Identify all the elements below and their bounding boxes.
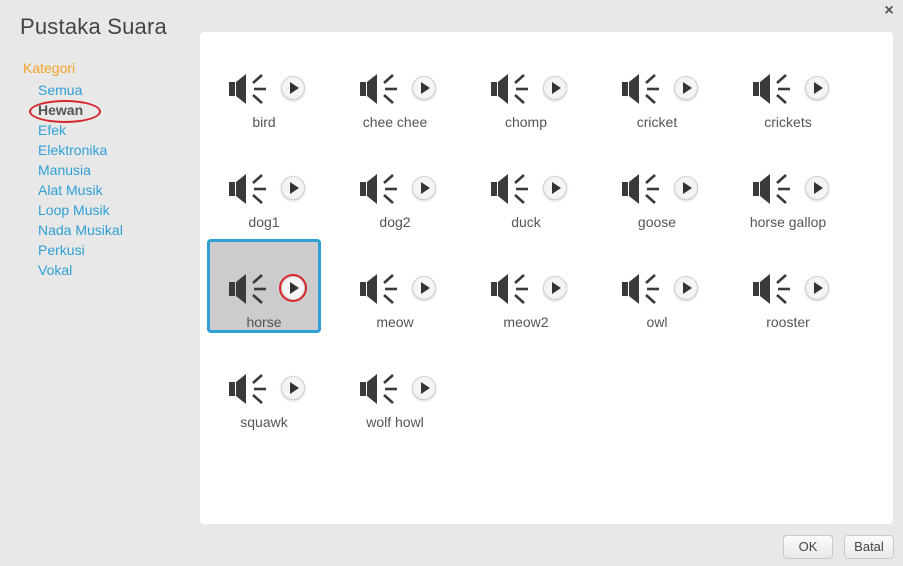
category-item-perkusi[interactable]: Perkusi <box>38 242 123 262</box>
category-item-nada-musikal[interactable]: Nada Musikal <box>38 222 123 242</box>
sound-label: duck <box>511 214 541 230</box>
sound-tile[interactable]: horse gallop <box>731 139 845 233</box>
play-icon[interactable] <box>543 276 567 300</box>
category-item-alat-musik[interactable]: Alat Musik <box>38 182 123 202</box>
category-heading: Kategori <box>23 60 76 76</box>
speaker-icon <box>360 172 400 206</box>
sound-tile[interactable]: bird <box>207 39 321 133</box>
category-item-semua[interactable]: Semua <box>38 82 123 102</box>
sound-tile[interactable]: horse <box>207 239 321 333</box>
play-icon[interactable] <box>412 376 436 400</box>
sound-label: goose <box>637 214 677 230</box>
speaker-icon <box>360 272 400 306</box>
play-icon[interactable] <box>412 276 436 300</box>
close-icon[interactable]: × <box>881 2 897 20</box>
sound-tile[interactable]: cricket <box>600 39 714 133</box>
play-icon[interactable] <box>281 276 305 300</box>
sound-tile[interactable]: dog2 <box>338 139 452 233</box>
play-icon[interactable] <box>674 76 698 100</box>
sound-label: owl <box>646 314 668 330</box>
category-item-efek[interactable]: Efek <box>38 122 123 142</box>
play-icon[interactable] <box>281 176 305 200</box>
speaker-icon <box>622 172 662 206</box>
play-icon[interactable] <box>543 76 567 100</box>
sound-label: wolf howl <box>366 414 424 430</box>
sound-label: cricket <box>636 114 678 130</box>
sound-tile[interactable]: chomp <box>469 39 583 133</box>
sound-label: dog2 <box>379 214 411 230</box>
sound-label: crickets <box>764 114 812 130</box>
speaker-icon <box>622 272 662 306</box>
sound-library-panel: bird chee chee chomp cricket crickets dog1 dog… <box>200 32 893 524</box>
sound-label: horse gallop <box>749 214 827 230</box>
sound-label: chee chee <box>362 114 428 130</box>
speaker-icon <box>753 172 793 206</box>
category-item-manusia[interactable]: Manusia <box>38 162 123 182</box>
category-item-hewan[interactable]: Hewan <box>29 100 123 123</box>
speaker-icon <box>360 372 400 406</box>
sound-tile[interactable]: chee chee <box>338 39 452 133</box>
category-item-loop-musik[interactable]: Loop Musik <box>38 202 123 222</box>
play-icon[interactable] <box>805 276 829 300</box>
sound-tile[interactable]: squawk <box>207 339 321 433</box>
sound-label: meow <box>376 314 414 330</box>
speaker-icon <box>229 72 269 106</box>
sound-tile[interactable]: duck <box>469 139 583 233</box>
speaker-icon <box>360 72 400 106</box>
sound-tile[interactable]: meow2 <box>469 239 583 333</box>
speaker-icon <box>622 72 662 106</box>
category-item-vokal[interactable]: Vokal <box>38 262 123 282</box>
play-icon[interactable] <box>674 276 698 300</box>
dialog-title: Pustaka Suara <box>20 14 167 39</box>
play-icon[interactable] <box>281 76 305 100</box>
sound-label: dog1 <box>248 214 280 230</box>
speaker-icon <box>491 272 531 306</box>
sound-label: chomp <box>504 114 548 130</box>
sound-label: meow2 <box>503 314 549 330</box>
sound-tile[interactable]: meow <box>338 239 452 333</box>
play-icon[interactable] <box>412 176 436 200</box>
sound-tile[interactable]: dog1 <box>207 139 321 233</box>
sound-tile[interactable]: rooster <box>731 239 845 333</box>
sound-tile[interactable]: crickets <box>731 39 845 133</box>
cancel-button[interactable]: Batal <box>844 535 894 559</box>
sound-label: rooster <box>766 314 810 330</box>
play-icon[interactable] <box>805 176 829 200</box>
sound-tile[interactable]: wolf howl <box>338 339 452 433</box>
play-icon[interactable] <box>805 76 829 100</box>
speaker-icon <box>229 372 269 406</box>
play-icon[interactable] <box>281 376 305 400</box>
play-icon[interactable] <box>674 176 698 200</box>
category-list: Semua Hewan Efek Elektronika Manusia Alat Mus… <box>29 82 123 282</box>
sound-label: horse <box>246 314 282 330</box>
speaker-icon <box>229 272 269 306</box>
sound-label: squawk <box>240 414 288 430</box>
speaker-icon <box>491 72 531 106</box>
speaker-icon <box>491 172 531 206</box>
speaker-icon <box>229 172 269 206</box>
ok-button[interactable]: OK <box>783 535 833 559</box>
sound-tile[interactable]: goose <box>600 139 714 233</box>
speaker-icon <box>753 272 793 306</box>
play-icon[interactable] <box>543 176 567 200</box>
sound-label: bird <box>252 114 276 130</box>
category-item-elektronika[interactable]: Elektronika <box>38 142 123 162</box>
play-icon[interactable] <box>412 76 436 100</box>
sound-tile[interactable]: owl <box>600 239 714 333</box>
speaker-icon <box>753 72 793 106</box>
